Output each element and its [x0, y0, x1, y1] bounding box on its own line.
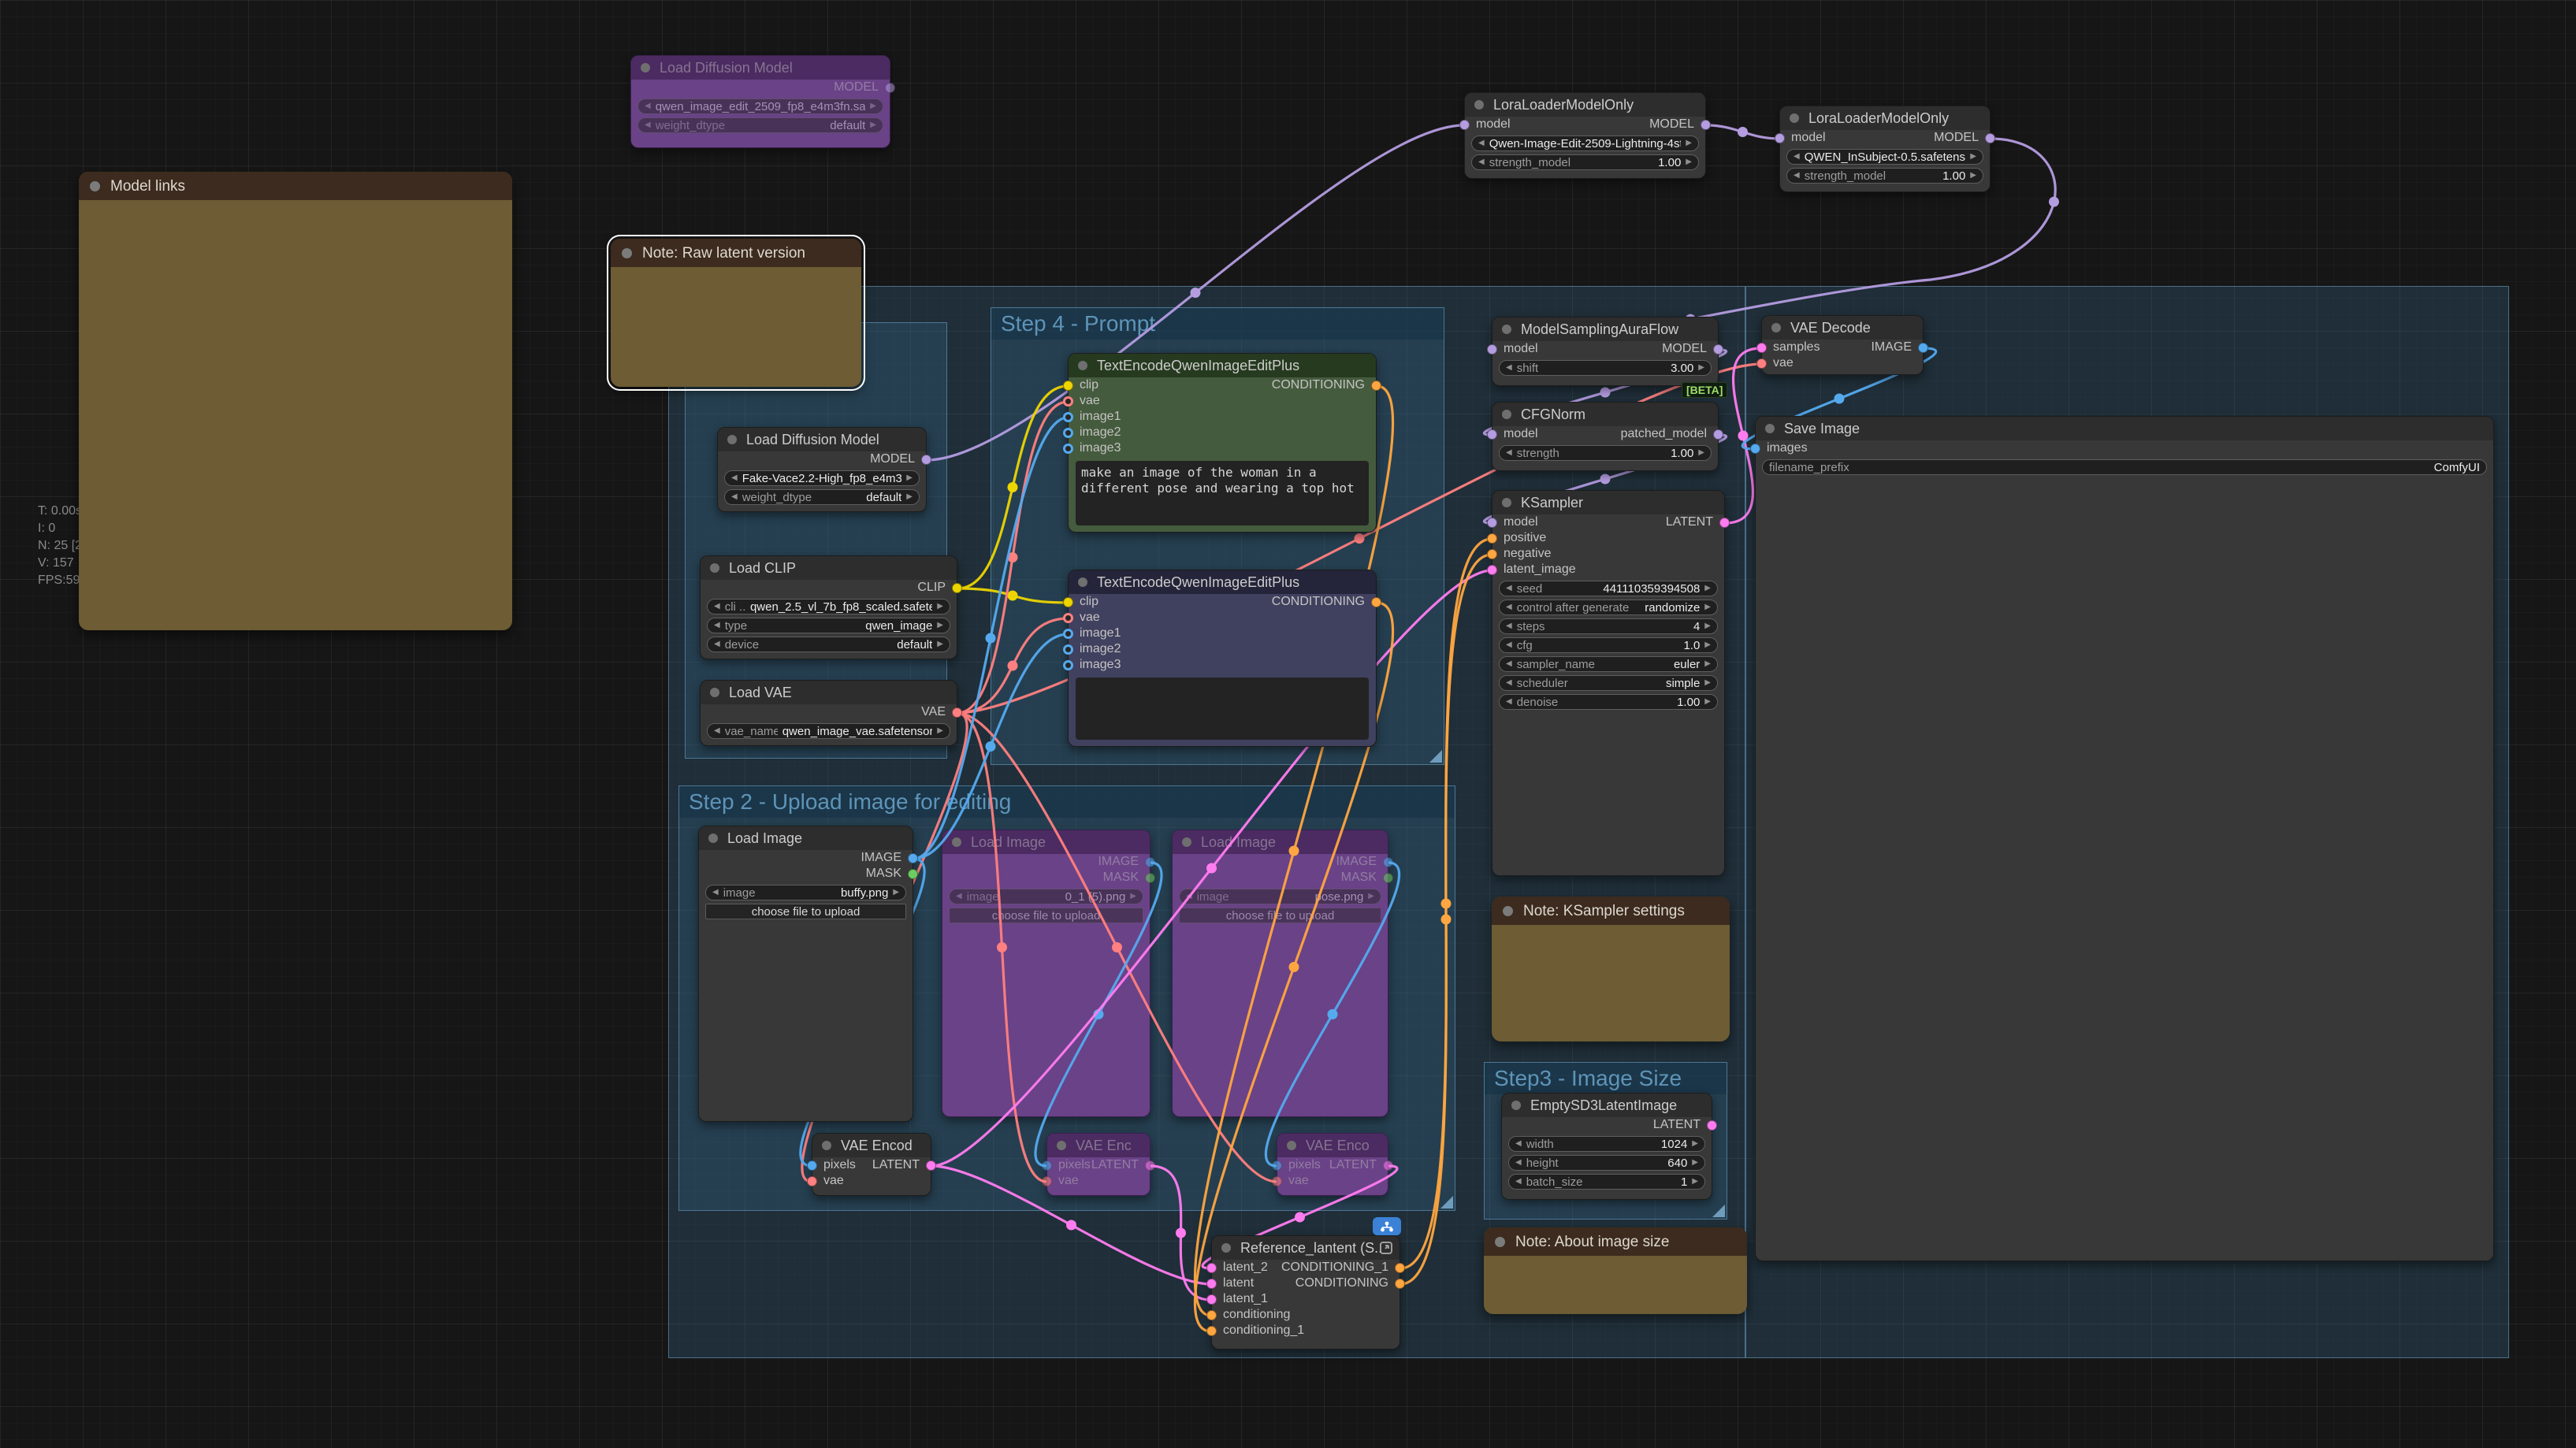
node-graph-canvas[interactable]: Step 4 - PromptStep 2 - Upload image for… [0, 0, 2576, 1448]
badges-layer: [BETA] [0, 0, 2576, 1448]
beta-badge: [BETA] [1682, 382, 1727, 398]
subgraph-badge-button[interactable] [1373, 1217, 1401, 1235]
